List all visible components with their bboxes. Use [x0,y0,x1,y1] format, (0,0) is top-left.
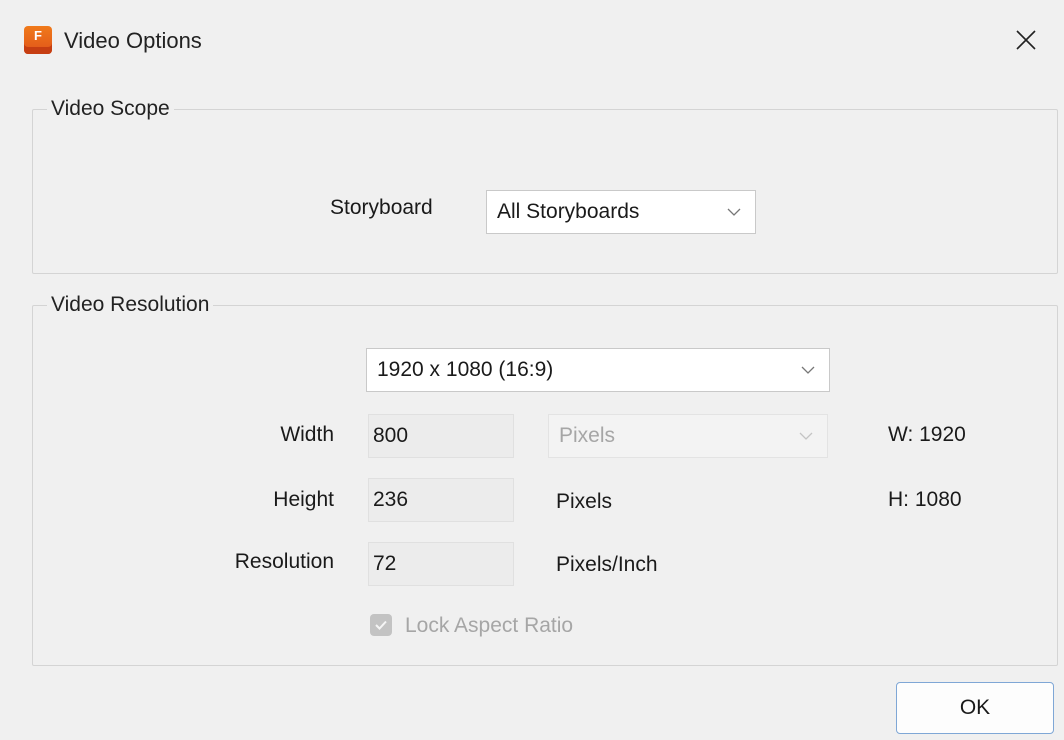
chevron-down-icon [799,432,813,440]
height-field[interactable]: 236 [368,478,514,522]
height-unit: Pixels [556,490,613,513]
lock-aspect-checkbox[interactable] [370,614,392,636]
close-icon [1016,30,1036,50]
video-scope-group: Video Scope [32,96,1058,274]
width-info: W: 1920 [888,423,966,446]
window-title: Video Options [64,28,202,53]
checkmark-icon [375,620,387,630]
video-scope-legend: Video Scope [51,97,170,120]
height-value: 236 [373,488,409,511]
storyboard-dropdown-value: All Storyboards [497,200,640,223]
resolution-label: Resolution [234,550,334,573]
app-icon: F [24,26,52,54]
height-label: Height [273,488,334,511]
close-button[interactable] [1006,20,1046,60]
chevron-down-icon [801,366,815,374]
storyboard-dropdown[interactable]: All Storyboards [486,190,756,234]
lock-aspect-label: Lock Aspect Ratio [405,614,574,637]
ok-button[interactable]: OK [896,682,1054,734]
chevron-down-icon [727,208,741,216]
resolution-preset-value: 1920 x 1080 (16:9) [377,358,554,381]
resolution-value: 72 [373,552,397,575]
width-field[interactable]: 800 [368,414,514,458]
resolution-unit: Pixels/Inch [556,553,658,576]
width-value: 800 [373,424,409,447]
title-bar: F Video Options [0,0,1064,80]
resolution-preset-dropdown[interactable]: 1920 x 1080 (16:9) [366,348,830,392]
storyboard-label: Storyboard [330,196,433,219]
resolution-field[interactable]: 72 [368,542,514,586]
height-info: H: 1080 [888,488,962,511]
app-icon-letter: F [34,28,42,43]
unit-dropdown-value: Pixels [559,424,616,447]
video-resolution-legend: Video Resolution [51,293,210,316]
width-label: Width [280,423,334,446]
unit-dropdown[interactable]: Pixels [548,414,828,458]
